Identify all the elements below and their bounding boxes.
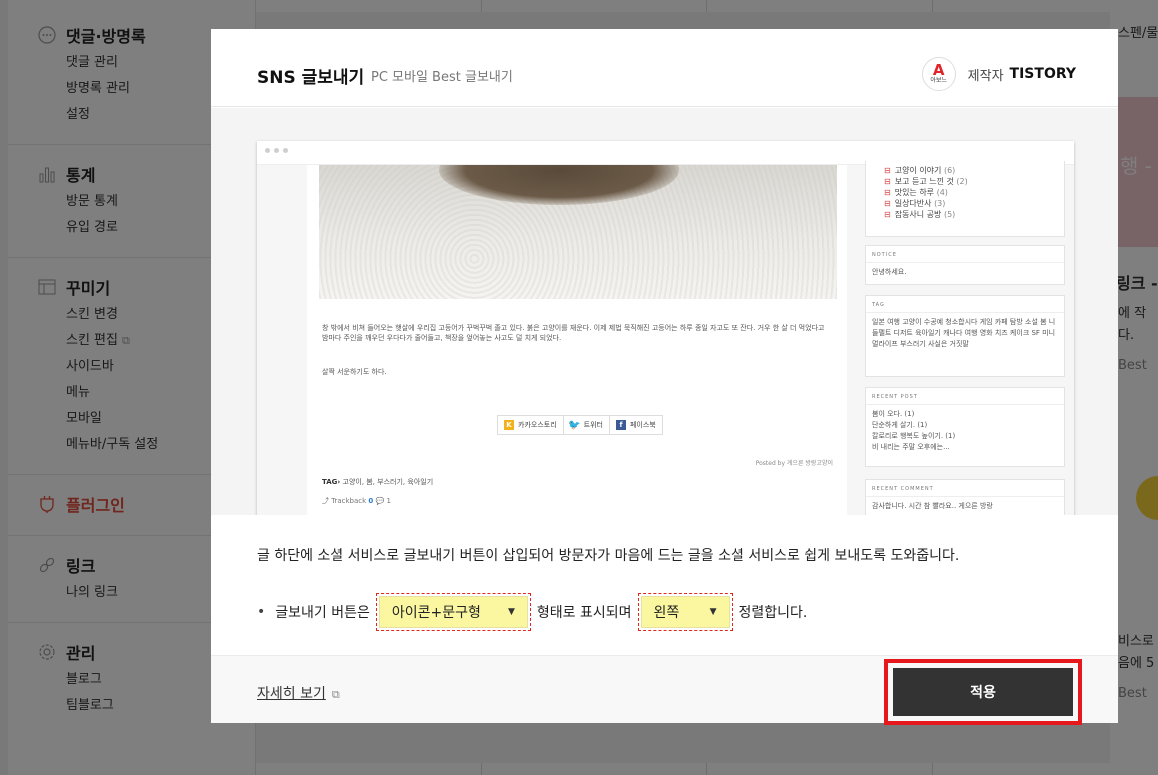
category-box: 고양이 이야기 (6) 보고 듣고 느낀 것 (2) 맛있는 하루 (4) 일상… [865, 161, 1065, 237]
option-bullet: • [257, 604, 266, 620]
category-item: 일상다반사 (3) [866, 198, 1064, 209]
kakaostory-icon: K [504, 420, 514, 430]
browser-dot [265, 148, 270, 153]
browser-dot [274, 148, 279, 153]
recent-post-item: 봄이 오다. (1) [872, 410, 915, 418]
recent-post-item: 비 내리는 주말 오후에는... [872, 443, 950, 451]
category-item: 잡동사니 공방 (5) [866, 209, 1064, 220]
maker-info: A 아보느 제작자 TISTORY [921, 57, 1076, 91]
share-option-row: • 글보내기 버튼은 아이콘+문구형 ▼ 형태로 표시되며 왼쪽 ▼ 정렬합니다… [257, 593, 807, 631]
button-style-value: 아이콘+문구형 [391, 605, 481, 621]
modal-footer: 자세히 보기 ⧉ 적용 [211, 655, 1118, 725]
modal-title: SNS 글보내기 [257, 68, 365, 88]
option-suffix: 정렬합니다. [738, 605, 808, 621]
post-text-1: 창 밖에서 비쳐 들어오는 햇살에 우리집 고등어가 꾸벅꾸벅 졸고 있다. 붉… [322, 324, 825, 342]
external-link-icon: ⧉ [331, 688, 340, 701]
recent-post-item: 칼로리로 행복도 높이기. (1) [872, 432, 956, 440]
preview-area: 창 밖에서 비쳐 들어오는 햇살에 우리집 고등어가 꾸벅꾸벅 졸고 있다. 붉… [211, 108, 1118, 515]
style-select-highlight: 아이콘+문구형 ▼ [375, 593, 531, 631]
more-details-link[interactable]: 자세히 보기 ⧉ [257, 683, 340, 703]
share-twitter-button[interactable]: 🐦 트위터 [564, 416, 610, 434]
maker-logo-sub: 아보느 [930, 77, 947, 84]
recent-post-item: 단순하게 살기. (1) [872, 421, 928, 429]
browser-dot [283, 148, 288, 153]
browser-body: 창 밖에서 비쳐 들어오는 햇살에 우리집 고등어가 꾸벅꾸벅 졸고 있다. 붉… [257, 161, 1074, 515]
facebook-icon: f [615, 420, 626, 430]
cat-photo [319, 165, 837, 299]
category-item: 맛있는 하루 (4) [866, 187, 1064, 198]
maker-logo-letter: A [932, 61, 945, 79]
posted-by: Posted by 게으른 방랑고양이 [755, 460, 833, 467]
trackback-icon: ⤴ [322, 497, 329, 505]
twitter-icon: 🐦 [568, 419, 581, 431]
recent-comment-box: RECENT COMMENT 감사합니다. 시간 참 빨라요.. 게으른 방랑 [865, 479, 1065, 515]
option-prefix: 글보내기 버튼은 [275, 605, 370, 621]
preview-browser: 창 밖에서 비쳐 들어오는 햇살에 우리집 고등어가 꾸벅꾸벅 졸고 있다. 붉… [257, 141, 1074, 515]
sns-share-modal: SNS 글보내기 PC 모바일 Best 글보내기 A 아보느 제작자 TIST… [211, 29, 1118, 725]
button-style-select[interactable]: 아이콘+문구형 ▼ [378, 596, 528, 628]
share-facebook-button[interactable]: f 페이스북 [610, 416, 662, 434]
modal-description: 글 하단에 소셜 서비스로 글보내기 버튼이 삽입되어 방문자가 마음에 드는 … [257, 548, 960, 564]
maker-label: 제작자 [967, 68, 1004, 84]
category-item: 고양이 이야기 (6) [866, 165, 1064, 176]
recent-post-box: RECENT POST 봄이 오다. (1) 단순하게 살기. (1) 칼로리로… [865, 387, 1065, 467]
share-buttons: K 카카오스토리 🐦 트위터 f 페이스북 [497, 415, 663, 435]
category-item: 보고 듣고 느낀 것 (2) [866, 176, 1064, 187]
notice-box: NOTICE 안녕하세요. [865, 245, 1065, 285]
option-middle: 형태로 표시되며 [536, 605, 632, 621]
share-kakao-button[interactable]: K 카카오스토리 [498, 416, 564, 434]
chevron-down-icon: ▼ [709, 607, 717, 617]
maker-name: TISTORY [1009, 66, 1076, 82]
apply-button[interactable]: 적용 [893, 668, 1073, 716]
tag-box: TAG 일본 여행 고양이 수공예 청소합시다 게임 카페 탐방 소설 봄 니들… [865, 295, 1065, 377]
apply-button-highlight: 적용 [884, 659, 1082, 725]
comment-icon: 💬 [375, 497, 385, 505]
button-align-select[interactable]: 왼쪽 ▼ [640, 596, 730, 628]
modal-header: SNS 글보내기 PC 모바일 Best 글보내기 A 아보느 제작자 TIST… [211, 29, 1118, 107]
trackback-line: ⤴ Trackback 0 💬 1 [322, 497, 391, 505]
button-align-value: 왼쪽 [653, 605, 680, 621]
preview-post: 창 밖에서 비쳐 들어오는 햇살에 우리집 고등어가 꾸벅꾸벅 졸고 있다. 붉… [307, 165, 847, 515]
post-text-2: 살짝 서운하기도 하다. [322, 368, 387, 376]
modal-subtitle: PC 모바일 Best 글보내기 [371, 70, 513, 85]
align-select-highlight: 왼쪽 ▼ [637, 593, 733, 631]
chevron-down-icon: ▼ [507, 607, 515, 617]
post-tags: TAG› 고양이, 봄, 부스러기, 육아일기 [322, 478, 434, 486]
maker-logo: A 아보느 [921, 57, 956, 91]
